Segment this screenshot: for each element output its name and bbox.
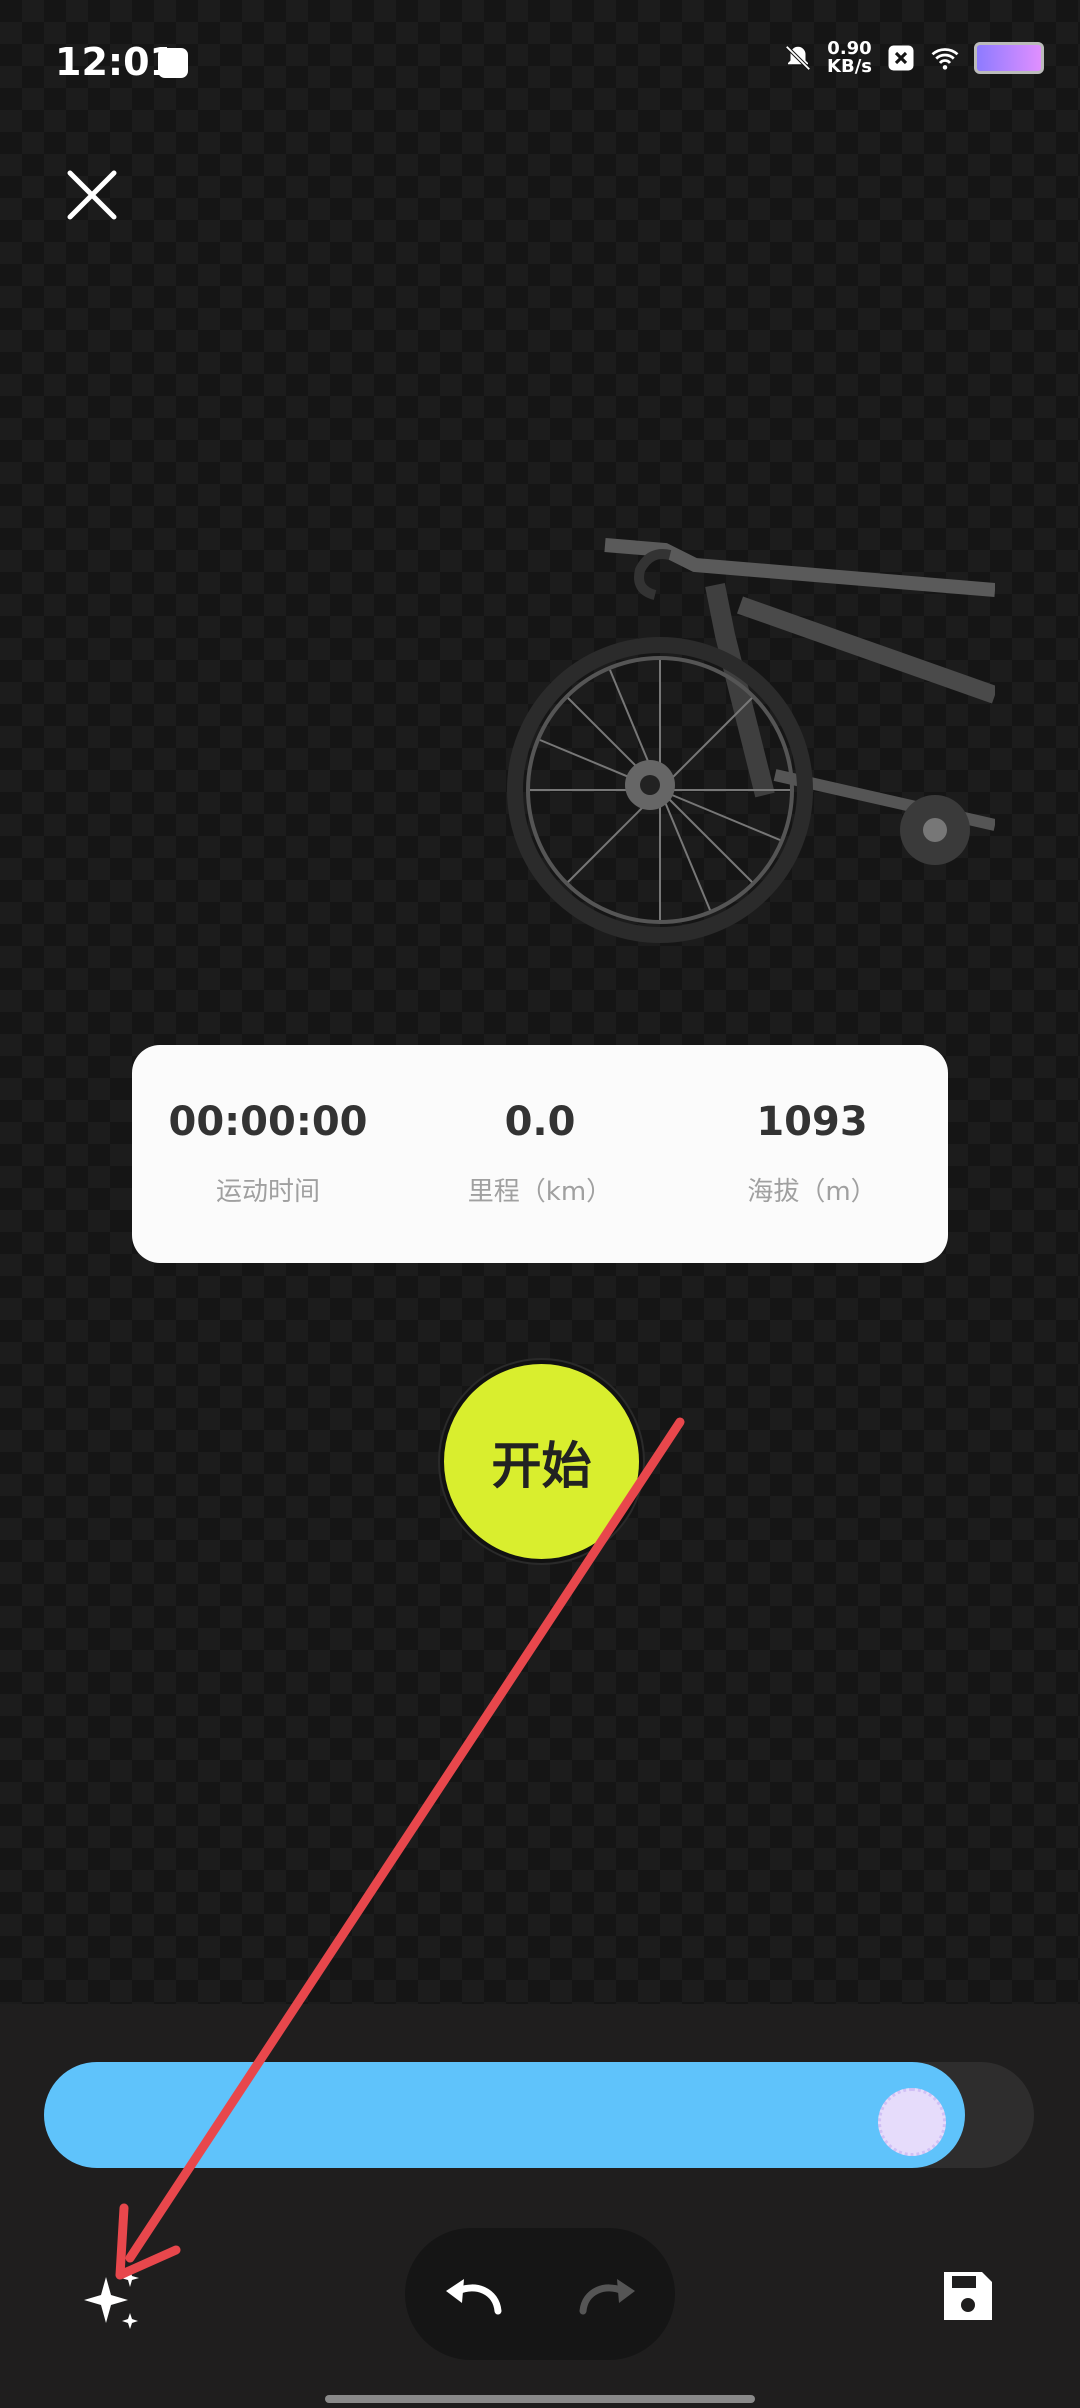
save-icon[interactable]	[940, 2268, 996, 2324]
mute-bell-icon	[785, 45, 811, 71]
status-bar: 12:01 0.90 KB/s	[0, 0, 1080, 130]
undo-icon[interactable]	[440, 2269, 506, 2319]
slider-fill	[44, 2062, 965, 2168]
stat-distance: 0.0 里程（km）	[404, 1045, 676, 1263]
altitude-value: 1093	[756, 1099, 868, 1145]
network-speed: 0.90 KB/s	[827, 38, 872, 77]
stats-card: 00:00:00 运动时间 0.0 里程（km） 1093 海拔（m）	[132, 1045, 948, 1263]
redo-icon[interactable]	[575, 2269, 641, 2319]
app-notification-icon	[158, 48, 188, 78]
sparkle-icon[interactable]	[78, 2265, 148, 2335]
home-indicator	[325, 2395, 755, 2403]
slider-thumb[interactable]	[878, 2088, 946, 2156]
duration-label: 运动时间	[215, 1177, 320, 1207]
start-button[interactable]: 开始	[440, 1360, 643, 1563]
distance-value: 0.0	[504, 1099, 576, 1145]
battery-icon	[974, 42, 1044, 74]
close-icon[interactable]	[62, 165, 122, 225]
altitude-label: 海拔（m）	[747, 1177, 877, 1207]
history-controls	[405, 2228, 675, 2360]
duration-value: 00:00:00	[168, 1099, 368, 1145]
close-square-icon	[888, 45, 914, 71]
stat-duration: 00:00:00 运动时间	[132, 1045, 404, 1263]
stat-altitude: 1093 海拔（m）	[676, 1045, 948, 1263]
wifi-icon	[931, 48, 959, 70]
bike-image	[507, 538, 995, 943]
status-icons: 0.90 KB/s	[783, 40, 1044, 76]
distance-label: 里程（km）	[467, 1177, 613, 1207]
